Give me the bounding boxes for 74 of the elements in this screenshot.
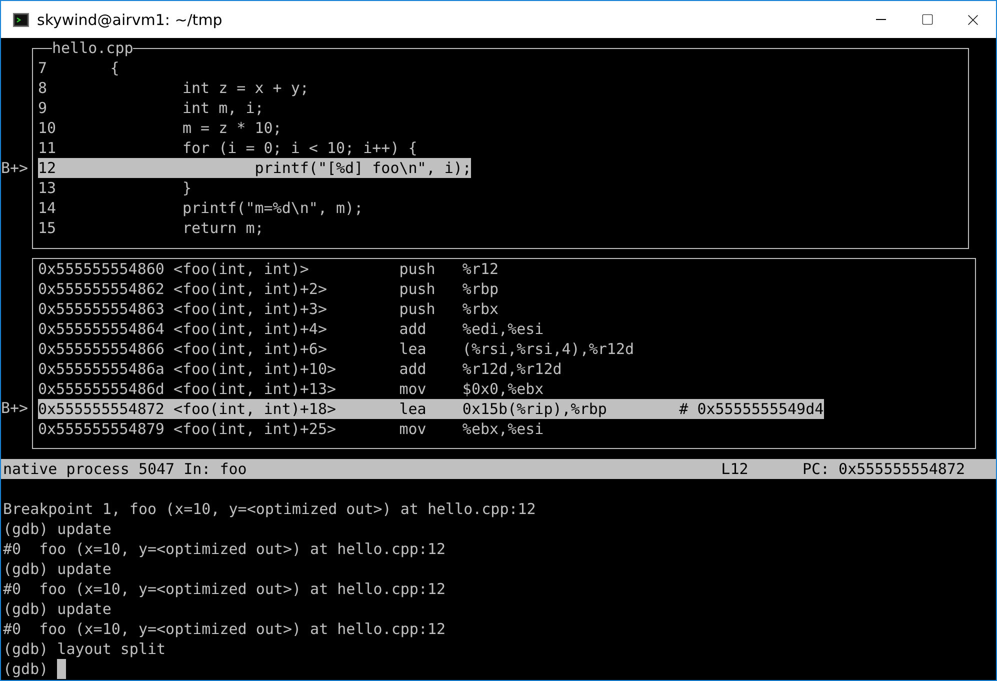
address: 0x555555554879 (38, 419, 166, 439)
breakpoint-marker: B+> (1, 399, 28, 417)
pc-indicator: PC: 0x555555554872 (802, 459, 965, 479)
address: 0x555555554866 (38, 339, 166, 359)
operands: %edi,%esi (462, 319, 544, 339)
code-text: } (181, 178, 192, 198)
symbol: <foo(int, int)+13> (173, 379, 338, 399)
line-number: 11 (38, 138, 58, 158)
line-number: 12 (38, 158, 58, 178)
code-text: printf("[%d] foo\n", i); (254, 158, 472, 178)
line-number: 13 (38, 178, 58, 198)
symbol: <foo(int, int)+2> (173, 279, 328, 299)
symbol: <foo(int, int)+6> (173, 339, 328, 359)
code-text: int z = x + y; (181, 78, 309, 98)
line-number: 8 (38, 78, 48, 98)
mnemonic: add (399, 359, 428, 379)
address: 0x55555555486d (38, 379, 166, 399)
gdb-prompt[interactable]: (gdb) (3, 659, 48, 679)
breakpoint-marker: B+> (1, 159, 28, 177)
operands: %ebx,%esi (462, 419, 544, 439)
console-line: (gdb) layout split (3, 639, 167, 659)
address: 0x555555554864 (38, 319, 166, 339)
operands: %rbp (462, 279, 499, 299)
console-line: #0 foo (x=10, y=<optimized out>) at hello.cpp:12 (3, 539, 447, 559)
window-title: skywind@airvm1: ~/tmp (37, 10, 224, 28)
code-text: return m; (181, 218, 264, 238)
terminal-icon (13, 12, 29, 28)
operands: %r12 (462, 259, 499, 279)
symbol: <foo(int, int)> (173, 259, 310, 279)
code-text: printf("m=%d\n", m); (181, 198, 364, 218)
mnemonic: push (399, 259, 436, 279)
maximize-icon (920, 13, 934, 26)
mnemonic: push (399, 279, 436, 299)
address: 0x55555555486a (38, 359, 166, 379)
address: 0x555555554862 (38, 279, 166, 299)
mnemonic: mov (399, 419, 428, 439)
mnemonic: add (399, 319, 428, 339)
console-line: #0 foo (x=10, y=<optimized out>) at hello.cpp:12 (3, 619, 447, 639)
address: 0x555555554872 (38, 399, 166, 419)
mnemonic: mov (399, 379, 428, 399)
line-number: 9 (38, 98, 48, 118)
minimize-icon (876, 19, 886, 20)
address: 0x555555554860 (38, 259, 166, 279)
line-number: 14 (38, 198, 58, 218)
code-text: for (i = 0; i < 10; i++) { (181, 138, 418, 158)
code-text: int m, i; (181, 98, 264, 118)
mnemonic: lea (399, 399, 428, 419)
operands: %r12d,%r12d (462, 359, 562, 379)
address: 0x555555554863 (38, 299, 166, 319)
operands: %rbx (462, 299, 499, 319)
line-number: 7 (38, 58, 48, 78)
symbol: <foo(int, int)+3> (173, 299, 328, 319)
code-text: { (110, 58, 120, 78)
symbol: <foo(int, int)+25> (173, 419, 338, 439)
console-line: Breakpoint 1, foo (x=10, y=<optimized out>) at hello.cpp:12 (3, 499, 537, 519)
mnemonic: lea (399, 339, 428, 359)
symbol: <foo(int, int)+10> (173, 359, 338, 379)
console-line: #0 foo (x=10, y=<optimized out>) at hello.cpp:12 (3, 579, 447, 599)
line-number: 10 (38, 118, 58, 138)
code-text: m = z * 10; (181, 118, 282, 138)
line-indicator: L12 (721, 459, 748, 479)
console-line: (gdb) update (3, 559, 112, 579)
console-line: (gdb) update (3, 519, 112, 539)
comment: # 0x5555555549d4 (679, 399, 824, 419)
operands: 0x15b(%rip),%rbp (462, 399, 608, 419)
process-info: native process 5047 In: foo (3, 459, 247, 479)
operands: (%rsi,%rsi,4),%r12d (462, 339, 634, 359)
symbol: <foo(int, int)+4> (173, 319, 328, 339)
operands: $0x0,%ebx (462, 379, 544, 399)
mnemonic: push (399, 299, 436, 319)
symbol: <foo(int, int)+18> (173, 399, 338, 419)
console-line: (gdb) update (3, 599, 112, 619)
file-name: hello.cpp (52, 38, 134, 58)
line-number: 15 (38, 218, 58, 238)
